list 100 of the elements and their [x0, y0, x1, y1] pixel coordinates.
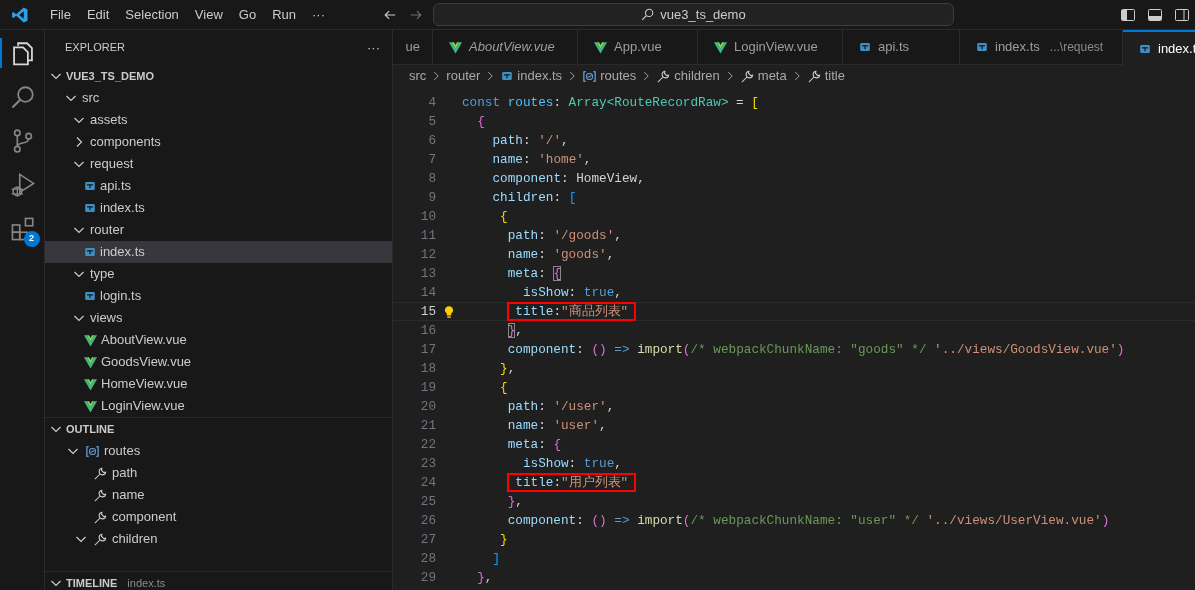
line-number: 24 — [419, 474, 436, 492]
vue-logo-icon — [448, 39, 463, 55]
line-number: 26 — [419, 512, 436, 530]
line-number: 19 — [419, 379, 436, 397]
code-text: children: [ — [492, 189, 577, 207]
section-description: index.ts — [127, 575, 166, 590]
line-number: 16 — [419, 322, 436, 340]
breadcrumb-item[interactable]: src — [409, 66, 427, 86]
breadcrumb-item[interactable]: router — [446, 66, 481, 86]
selected-row[interactable]: index.ts — [45, 241, 392, 263]
tree-item[interactable]: request — [90, 154, 134, 174]
line-number: 10 — [419, 208, 436, 226]
notification-badge: 2 — [23, 231, 40, 247]
section-header[interactable]: OUTLINE — [66, 420, 115, 438]
line-number: 11 — [419, 227, 436, 245]
line-number: 17 — [419, 341, 436, 359]
tree-item[interactable]: assets — [90, 110, 128, 130]
menu-item[interactable]: Run — [264, 2, 304, 27]
editor-tab[interactable]: index.ts ...\request — [960, 30, 1123, 65]
menu-item[interactable]: Edit — [78, 2, 118, 27]
code-text: const routes: Array<RouteRecordRaw> = [ — [462, 94, 759, 112]
code-text: path: '/goods', — [507, 227, 622, 245]
tree-item[interactable]: type — [90, 264, 115, 284]
code-text: }, — [477, 569, 493, 587]
line-number: 27 — [419, 531, 436, 549]
outline-item[interactable]: children — [112, 529, 158, 549]
code-text: isShow: true, — [522, 455, 622, 473]
editor-tab[interactable]: App.vue — [578, 30, 698, 65]
tree-item[interactable]: src — [82, 88, 100, 108]
line-number: 12 — [419, 246, 436, 264]
typescript-file-icon — [858, 40, 872, 54]
more-actions-button[interactable]: ··· — [367, 37, 380, 58]
outline-item[interactable]: name — [112, 485, 145, 505]
breadcrumb-item[interactable]: meta — [757, 66, 787, 86]
typescript-file-icon — [83, 201, 97, 215]
toggle-sidebar-icon[interactable] — [1120, 6, 1136, 23]
breadcrumb-item[interactable]: children — [674, 66, 720, 86]
app-logo-icon — [11, 5, 29, 24]
line-number: 23 — [419, 455, 436, 473]
code-text: component: () => import(/* webpackChunkName: "user" */ '../views/UserView.vue') — [507, 512, 1110, 530]
toggle-secondary-sidebar-icon[interactable] — [1174, 6, 1190, 23]
menu-item[interactable]: View — [186, 2, 231, 27]
editor-tab[interactable]: api.ts — [843, 30, 960, 65]
outline-item[interactable]: path — [112, 463, 138, 483]
code-text: name: 'home', — [492, 151, 592, 169]
typescript-file-icon — [83, 179, 97, 193]
editor-tab[interactable]: AboutView.vue — [433, 30, 578, 65]
tree-item[interactable]: HomeView.vue — [101, 374, 188, 394]
breadcrumb-item[interactable]: title — [824, 66, 845, 86]
outline-item[interactable]: routes — [104, 441, 141, 461]
project-folder-header[interactable]: VUE3_TS_DEMO — [66, 67, 155, 85]
menu-item[interactable]: ··· — [304, 2, 333, 27]
toggle-panel-icon[interactable] — [1147, 6, 1163, 23]
tree-item[interactable]: GoodsView.vue — [101, 352, 192, 372]
line-number: 18 — [419, 360, 436, 378]
tree-item[interactable]: views — [90, 308, 123, 328]
menu-item[interactable]: Selection — [117, 2, 187, 27]
extensions-icon[interactable] — [10, 216, 36, 242]
menu-item[interactable]: Go — [230, 2, 265, 27]
outline-item[interactable]: component — [112, 507, 177, 527]
line-number: 21 — [419, 417, 436, 435]
tree-item[interactable]: LoginView.vue — [101, 396, 185, 416]
tree-item[interactable]: router — [90, 220, 124, 240]
code-text: name: 'goods', — [507, 246, 615, 264]
line-number: 4 — [427, 94, 436, 112]
line-number: 6 — [427, 132, 436, 150]
menu-item[interactable]: File — [42, 2, 79, 27]
breadcrumb-item[interactable]: routes — [600, 66, 637, 86]
editor-tab[interactable]: LoginView.vue — [698, 30, 843, 65]
vue-logo-icon — [593, 39, 608, 55]
code-text: }, — [507, 493, 523, 511]
tab-description: ...\request — [1049, 39, 1104, 56]
tree-item[interactable]: index.ts — [100, 242, 145, 262]
tree-item[interactable]: api.ts — [100, 176, 132, 196]
search-icon[interactable] — [10, 84, 36, 110]
code-text: path: '/user', — [507, 398, 615, 416]
vue-logo-icon — [83, 376, 98, 392]
tree-item[interactable]: components — [90, 132, 161, 152]
line-number: 29 — [419, 569, 436, 587]
vue-logo-icon — [83, 332, 98, 348]
command-center-search[interactable]: vue3_ts_demo — [433, 3, 954, 26]
tree-item[interactable]: AboutView.vue — [101, 330, 187, 350]
variable-symbol-icon — [582, 68, 598, 84]
section-header[interactable]: TIMELINE — [66, 574, 118, 590]
typescript-file-icon — [975, 40, 989, 54]
typescript-file-icon — [500, 69, 515, 83]
code-text: name: 'user', — [507, 417, 607, 435]
line-number: 22 — [419, 436, 436, 454]
line-number: 14 — [419, 284, 436, 302]
line-number: 15 — [419, 303, 436, 321]
code-text: { — [477, 113, 485, 131]
lightbulb-icon[interactable] — [442, 304, 456, 319]
tree-item[interactable]: login.ts — [100, 286, 142, 306]
breadcrumb-item[interactable]: index.ts — [517, 66, 563, 86]
run-debug-icon[interactable] — [10, 172, 36, 198]
typescript-file-icon — [83, 289, 97, 303]
code-text: } — [500, 531, 508, 549]
files-icon[interactable] — [10, 40, 36, 66]
editor-tab[interactable]: ue — [393, 30, 433, 65]
tree-item[interactable]: index.ts — [100, 198, 145, 218]
